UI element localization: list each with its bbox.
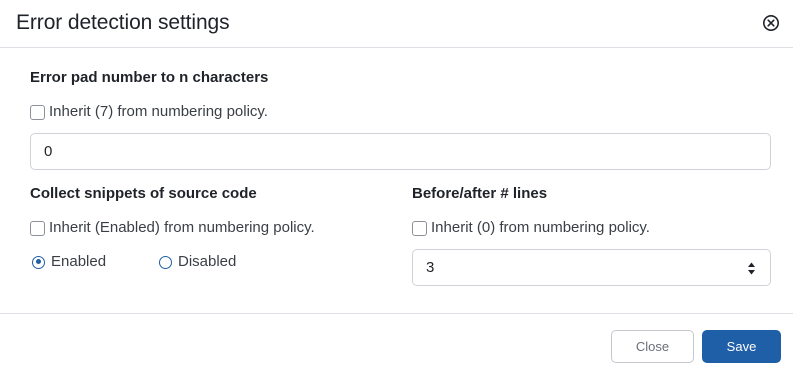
spinner-arrows-icon[interactable] [747,260,756,277]
pad-section-label: Error pad number to n characters [30,69,269,86]
lines-section-label: Before/after # lines [412,185,548,202]
radio-disabled[interactable]: Disabled [159,253,236,271]
pad-inherit-label: Inherit (7) from numbering policy. [49,103,268,120]
error-detection-settings-dialog: Error detection settings Error pad numbe… [0,0,793,377]
close-button[interactable]: Close [611,330,694,363]
snippets-section-label: Collect snippets of source code [30,185,257,202]
pad-number-input[interactable] [30,133,771,170]
lines-inherit-checkbox[interactable] [412,220,427,236]
snippets-inherit-label: Inherit (Enabled) from numbering policy. [49,219,315,236]
radio-enabled[interactable]: Enabled [32,253,106,271]
radio-enabled-label: Enabled [51,253,107,270]
pad-inherit-checkbox-row[interactable]: Inherit (7) from numbering policy. [30,103,268,121]
lines-number-input[interactable]: 3 [412,249,771,286]
lines-inherit-label: Inherit (0) from numbering policy. [431,219,650,236]
save-button[interactable]: Save [702,330,781,363]
snippets-inherit-checkbox-row[interactable]: Inherit (Enabled) from numbering policy. [30,219,315,237]
snippets-inherit-checkbox[interactable] [30,220,45,236]
dialog-header: Error detection settings [0,0,793,48]
dialog-title: Error detection settings [16,11,230,34]
footer-divider [0,313,793,314]
lines-inherit-checkbox-row[interactable]: Inherit (0) from numbering policy. [412,219,650,237]
circle-x-icon[interactable] [762,14,780,32]
radio-disabled-dot[interactable] [159,255,172,269]
pad-inherit-checkbox[interactable] [30,104,45,120]
radio-disabled-label: Disabled [178,253,237,270]
lines-number-value: 3 [426,259,435,276]
radio-enabled-dot[interactable] [32,255,45,269]
